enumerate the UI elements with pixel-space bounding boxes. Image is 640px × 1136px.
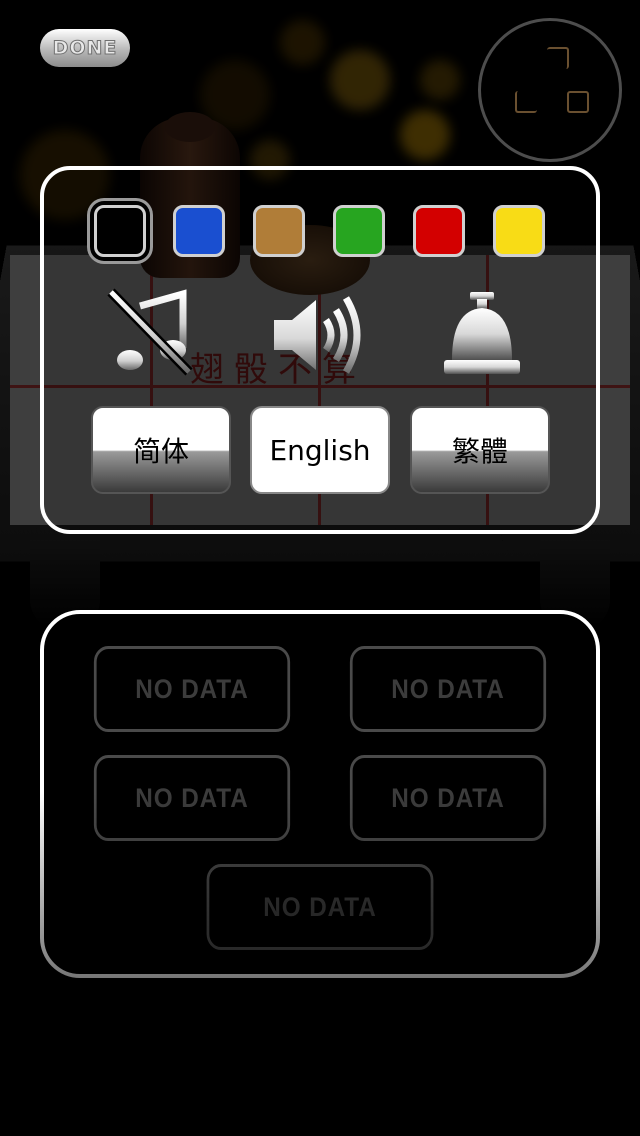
score-slot-2: NO DATA: [349, 646, 547, 732]
score-slot-1: NO DATA: [93, 646, 291, 732]
color-swatch-red[interactable]: [413, 205, 465, 257]
bell-icon[interactable]: [440, 290, 524, 378]
color-swatch-blue[interactable]: [173, 205, 225, 257]
language-english-button[interactable]: English: [250, 406, 390, 494]
music-muted-icon[interactable]: [105, 286, 195, 378]
language-simplified-button[interactable]: 简体: [91, 406, 231, 494]
color-swatch-black[interactable]: [94, 205, 146, 257]
color-swatch-yellow[interactable]: [493, 205, 545, 257]
score-slot-5: NO DATA: [206, 864, 434, 950]
fullscreen-button[interactable]: [478, 18, 622, 162]
score-slot-4: NO DATA: [349, 755, 547, 841]
color-swatch-tan[interactable]: [253, 205, 305, 257]
language-traditional-button[interactable]: 繁體: [410, 406, 550, 494]
score-slot-3: NO DATA: [93, 755, 291, 841]
done-button[interactable]: DONE: [40, 29, 130, 67]
color-swatch-green[interactable]: [333, 205, 385, 257]
speaker-volume-icon[interactable]: [270, 290, 370, 380]
